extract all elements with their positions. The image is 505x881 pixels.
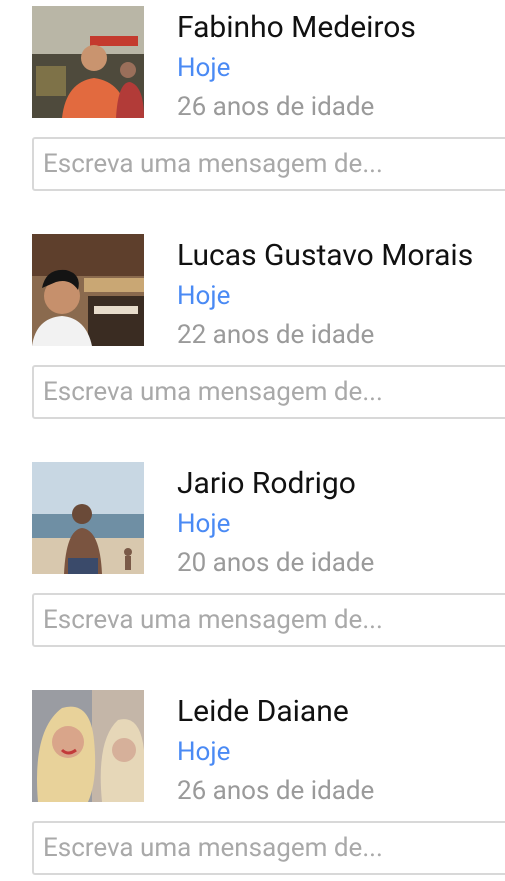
profile-photo-image xyxy=(32,6,144,118)
profile-photo[interactable] xyxy=(32,6,144,118)
friend-name[interactable]: Jario Rodrigo xyxy=(177,464,356,504)
birthday-entry: Fabinho Medeiros Hoje 26 anos de idade xyxy=(0,0,505,200)
birthday-date: Hoje xyxy=(177,53,231,83)
friend-age: 20 anos de idade xyxy=(177,548,375,578)
birthday-date: Hoje xyxy=(177,281,231,311)
friend-name[interactable]: Lucas Gustavo Morais xyxy=(177,236,473,276)
friend-name[interactable]: Fabinho Medeiros xyxy=(177,8,416,48)
profile-photo-image xyxy=(32,690,144,802)
birthday-message-input[interactable] xyxy=(32,137,505,191)
friend-age: 22 anos de idade xyxy=(177,320,375,350)
friend-age: 26 anos de idade xyxy=(177,776,375,806)
birthday-entry: Lucas Gustavo Morais Hoje 22 anos de ida… xyxy=(0,228,505,428)
profile-photo-image xyxy=(32,234,144,346)
birthday-date: Hoje xyxy=(177,737,231,767)
profile-photo[interactable] xyxy=(32,234,144,346)
profile-photo-image xyxy=(32,462,144,574)
birthday-message-input[interactable] xyxy=(32,593,505,647)
birthday-message-input[interactable] xyxy=(32,365,505,419)
friend-name[interactable]: Leide Daiane xyxy=(177,692,349,732)
birthday-date: Hoje xyxy=(177,509,231,539)
birthday-message-input[interactable] xyxy=(32,821,505,875)
friend-age: 26 anos de idade xyxy=(177,92,375,122)
profile-photo[interactable] xyxy=(32,462,144,574)
profile-photo[interactable] xyxy=(32,690,144,802)
birthday-list: Fabinho Medeiros Hoje 26 anos de idade L… xyxy=(0,0,505,881)
birthday-entry: Leide Daiane Hoje 26 anos de idade xyxy=(0,684,505,881)
birthday-entry: Jario Rodrigo Hoje 20 anos de idade xyxy=(0,456,505,656)
